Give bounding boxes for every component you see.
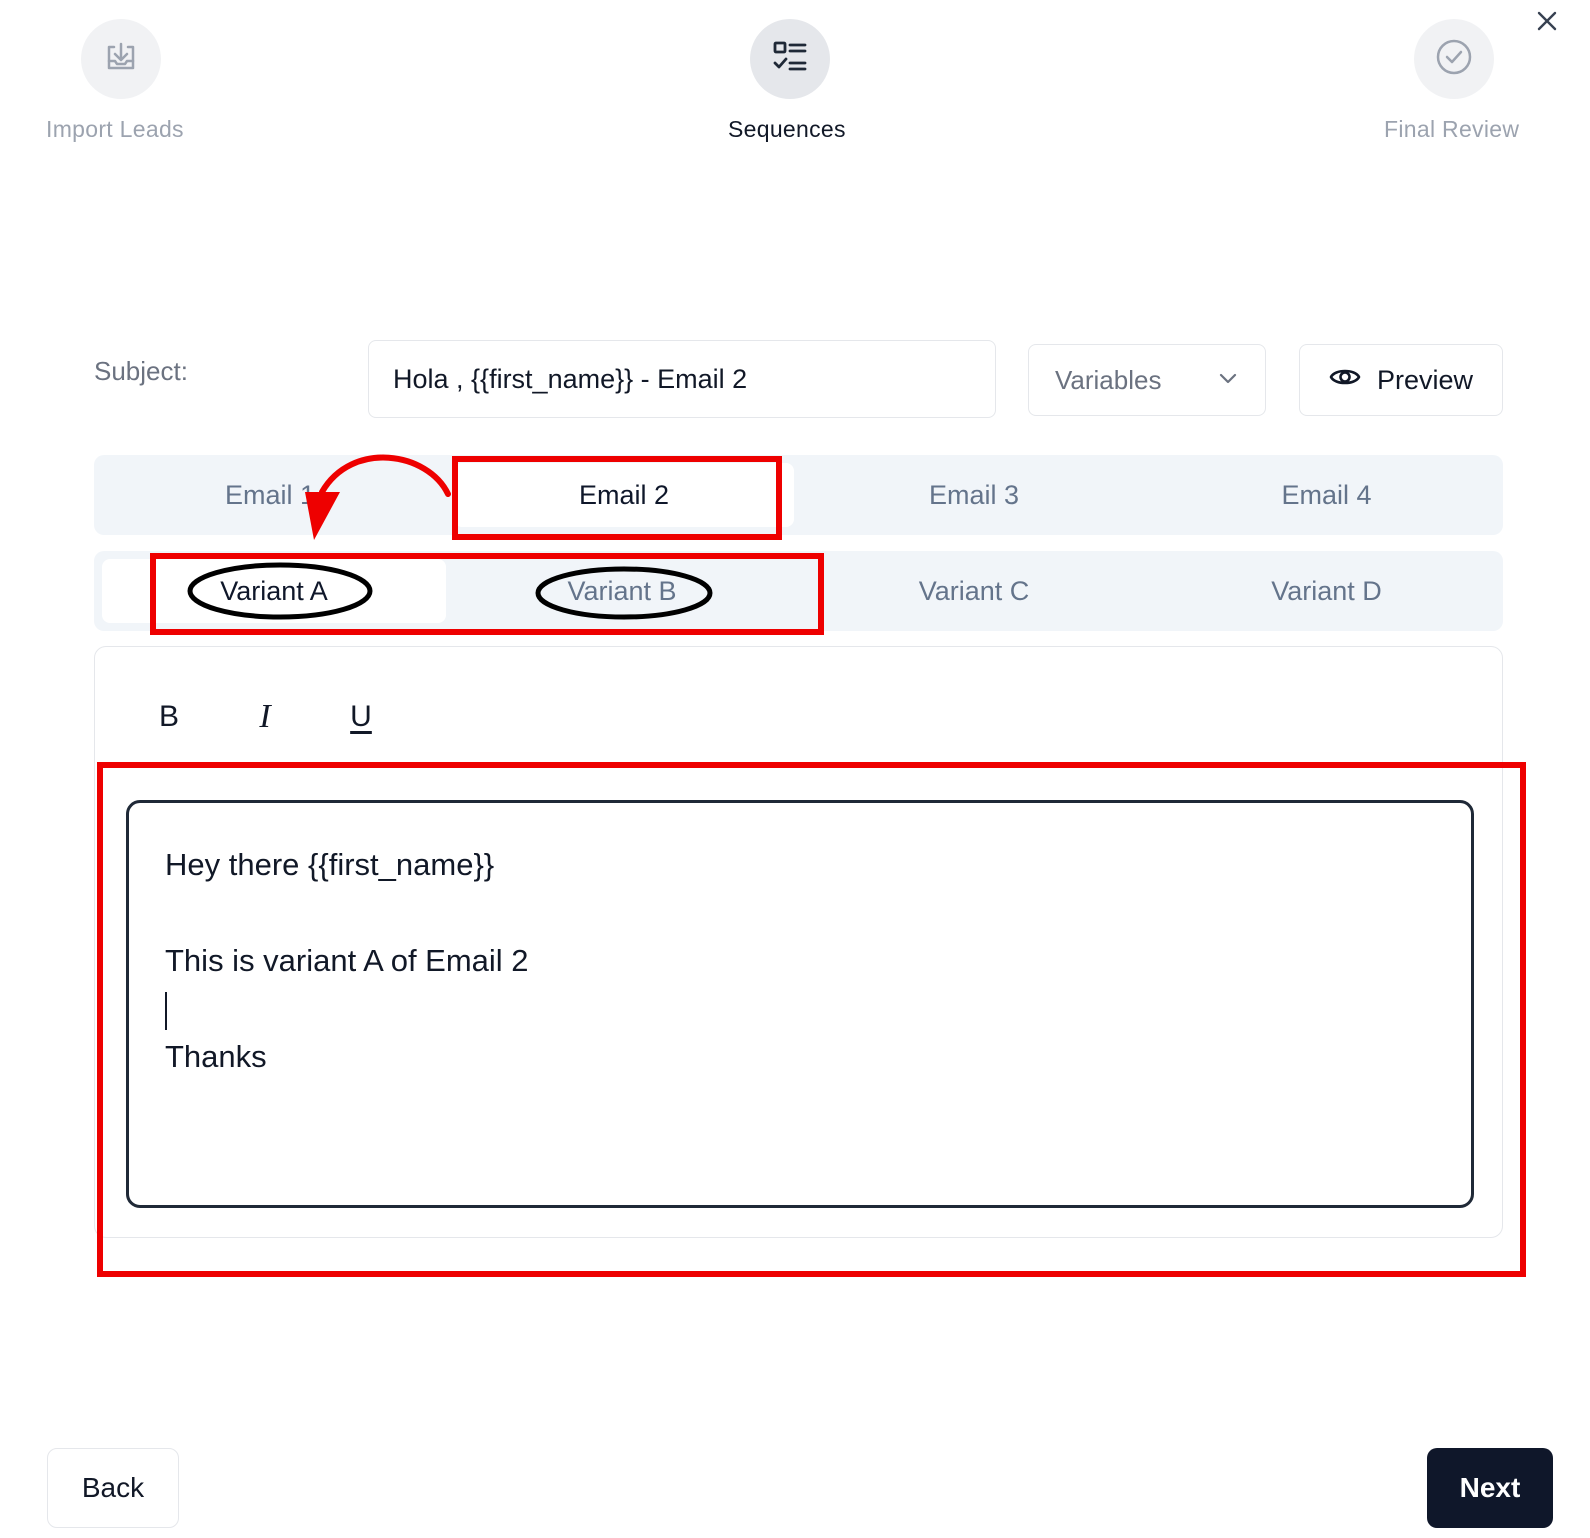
editor-line: Hey there {{first_name}} [165, 847, 495, 882]
editor-line: Thanks [165, 1039, 267, 1074]
step-final-review[interactable] [1414, 19, 1494, 99]
close-button[interactable] [1530, 6, 1564, 40]
editor-line: This is variant A of Email 2 [165, 943, 529, 978]
italic-button[interactable]: I [240, 692, 290, 742]
preview-label: Preview [1376, 364, 1474, 395]
checklist-icon [770, 37, 810, 82]
editor-caret-line [165, 985, 1435, 1033]
subject-input[interactable] [368, 340, 996, 418]
preview-button[interactable]: Preview [1299, 344, 1503, 416]
bold-button[interactable]: B [144, 692, 194, 742]
back-button[interactable]: Back [47, 1448, 179, 1528]
email-body-editor[interactable]: Hey there {{first_name}} This is variant… [126, 800, 1474, 1208]
tab-email-4[interactable]: Email 4 [1150, 455, 1503, 535]
email-tabs: Email 1 Email 2 Email 3 Email 4 [94, 455, 1503, 535]
subject-label: Subject: [94, 356, 188, 386]
step-import-leads[interactable] [81, 19, 161, 99]
step-label-final-review: Final Review [1384, 116, 1520, 142]
italic-icon: I [259, 698, 271, 735]
tab-variant-c[interactable]: Variant C [798, 551, 1150, 631]
check-circle-icon [1434, 37, 1474, 82]
tab-variant-d[interactable]: Variant D [1150, 551, 1503, 631]
tab-variant-b[interactable]: Variant B [446, 551, 798, 631]
eye-icon [1329, 365, 1361, 396]
step-sequences[interactable] [750, 19, 830, 99]
step-label-import-leads: Import Leads [46, 116, 184, 142]
variables-label: Variables [1055, 364, 1162, 395]
chevron-down-icon [1217, 365, 1239, 396]
variables-dropdown[interactable]: Variables [1028, 344, 1266, 416]
tab-email-1[interactable]: Email 1 [94, 455, 446, 535]
tab-email-2[interactable]: Email 2 [454, 463, 794, 527]
underline-icon: U [350, 700, 372, 733]
step-label-sequences: Sequences [728, 116, 846, 142]
tab-variant-a[interactable]: Variant A [102, 559, 446, 623]
variant-tabs: Variant A Variant B Variant C Variant D [94, 551, 1503, 631]
bold-icon: B [158, 700, 179, 733]
tab-email-3[interactable]: Email 3 [798, 455, 1150, 535]
text-caret [165, 991, 167, 1030]
close-icon [1535, 9, 1559, 38]
import-icon [101, 37, 141, 82]
underline-button[interactable]: U [336, 692, 386, 742]
next-button[interactable]: Next [1427, 1448, 1553, 1528]
